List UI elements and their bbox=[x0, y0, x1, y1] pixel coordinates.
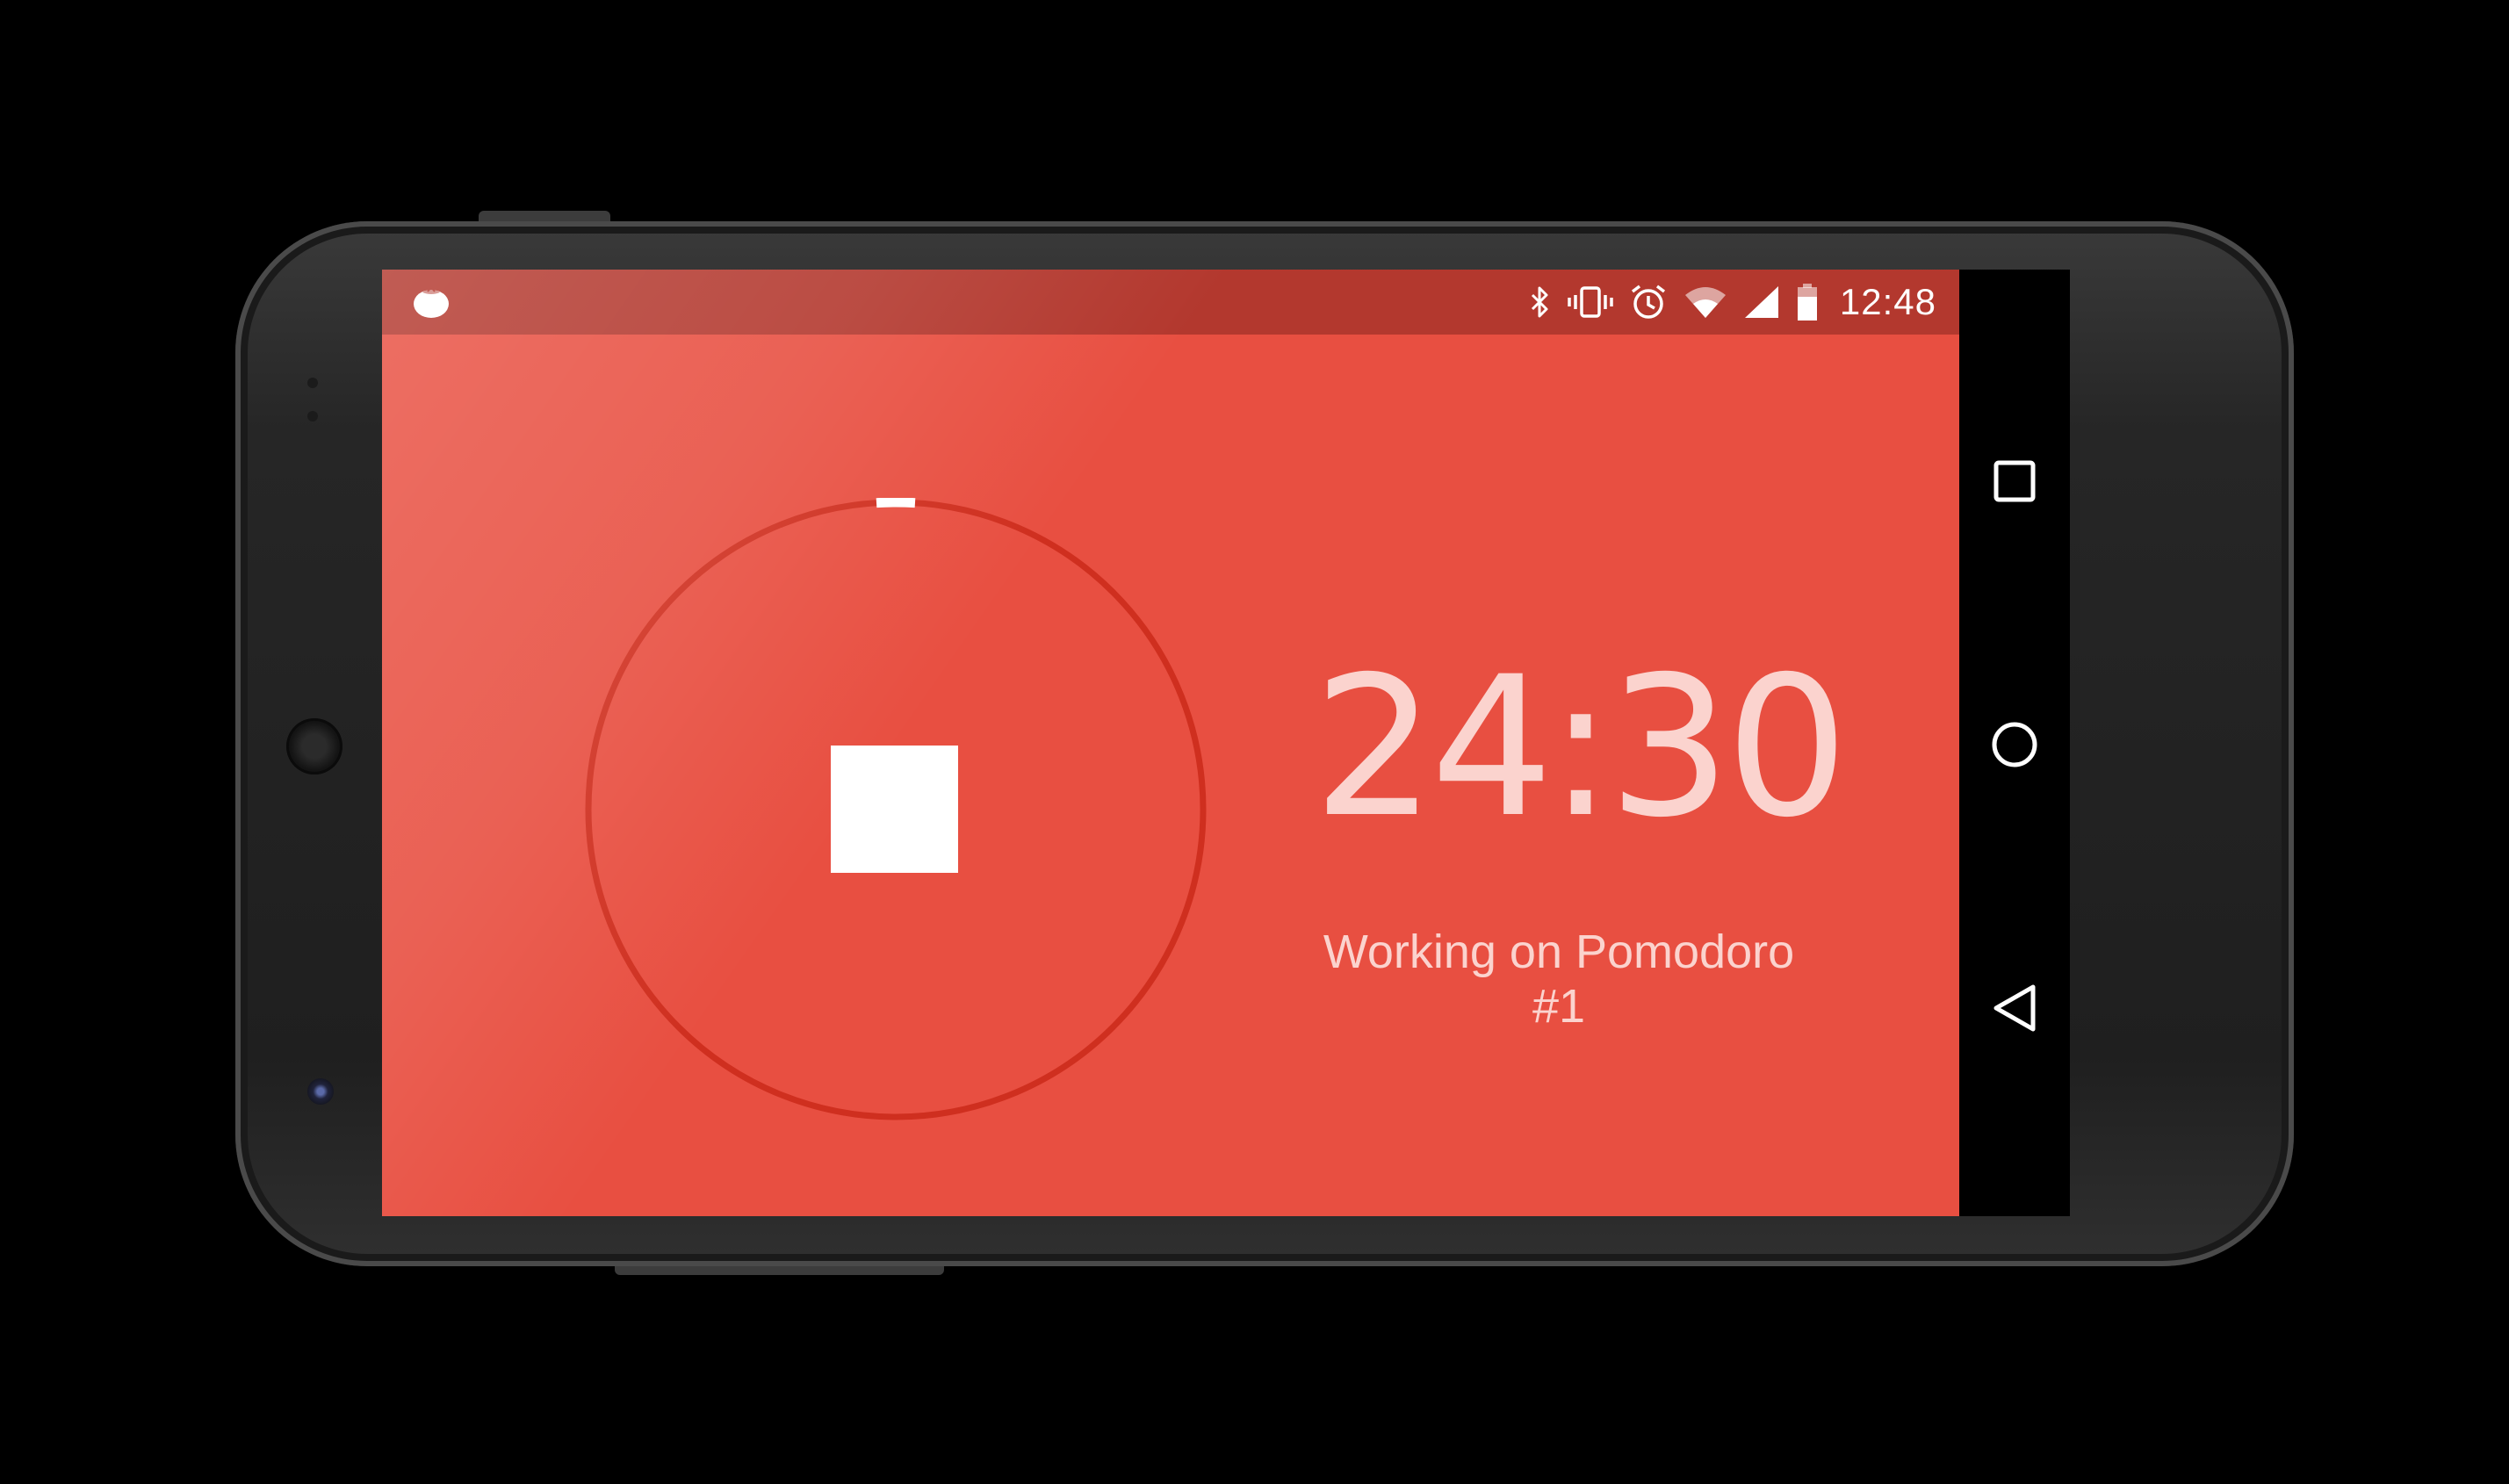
proximity-sensor bbox=[307, 378, 318, 388]
tomato-icon bbox=[412, 284, 451, 319]
session-status: Working on Pomodoro #1 bbox=[1323, 926, 1795, 1033]
battery-icon bbox=[1797, 284, 1817, 321]
bluetooth-icon bbox=[1531, 286, 1548, 318]
back-icon bbox=[1994, 984, 2036, 1032]
home-icon bbox=[1992, 722, 2037, 767]
back-button[interactable] bbox=[1988, 982, 2041, 1034]
progress-arc bbox=[876, 498, 916, 508]
recents-icon bbox=[1994, 460, 2036, 502]
phone-screen: 12:48 24:30 Working on Pomodoro #1 bbox=[382, 270, 1959, 1216]
status-icons: 12:48 bbox=[1529, 270, 1936, 335]
countdown-timer: 24:30 bbox=[1313, 635, 1849, 860]
alarm-icon bbox=[1631, 285, 1665, 319]
phone-speaker bbox=[286, 718, 342, 774]
vibrate-icon bbox=[1568, 286, 1613, 318]
status-bar: 12:48 bbox=[382, 270, 1959, 335]
light-sensor bbox=[307, 411, 318, 421]
wifi-icon bbox=[1684, 287, 1726, 318]
pomodoro-main: 24:30 Working on Pomodoro #1 bbox=[382, 335, 1959, 1216]
navigation-bar bbox=[1959, 270, 2070, 1216]
recents-button[interactable] bbox=[1988, 455, 2041, 508]
status-time: 12:48 bbox=[1839, 281, 1936, 322]
home-button[interactable] bbox=[1988, 718, 2041, 771]
front-camera bbox=[307, 1078, 334, 1105]
signal-icon bbox=[1744, 286, 1778, 318]
stop-button[interactable] bbox=[831, 746, 958, 873]
